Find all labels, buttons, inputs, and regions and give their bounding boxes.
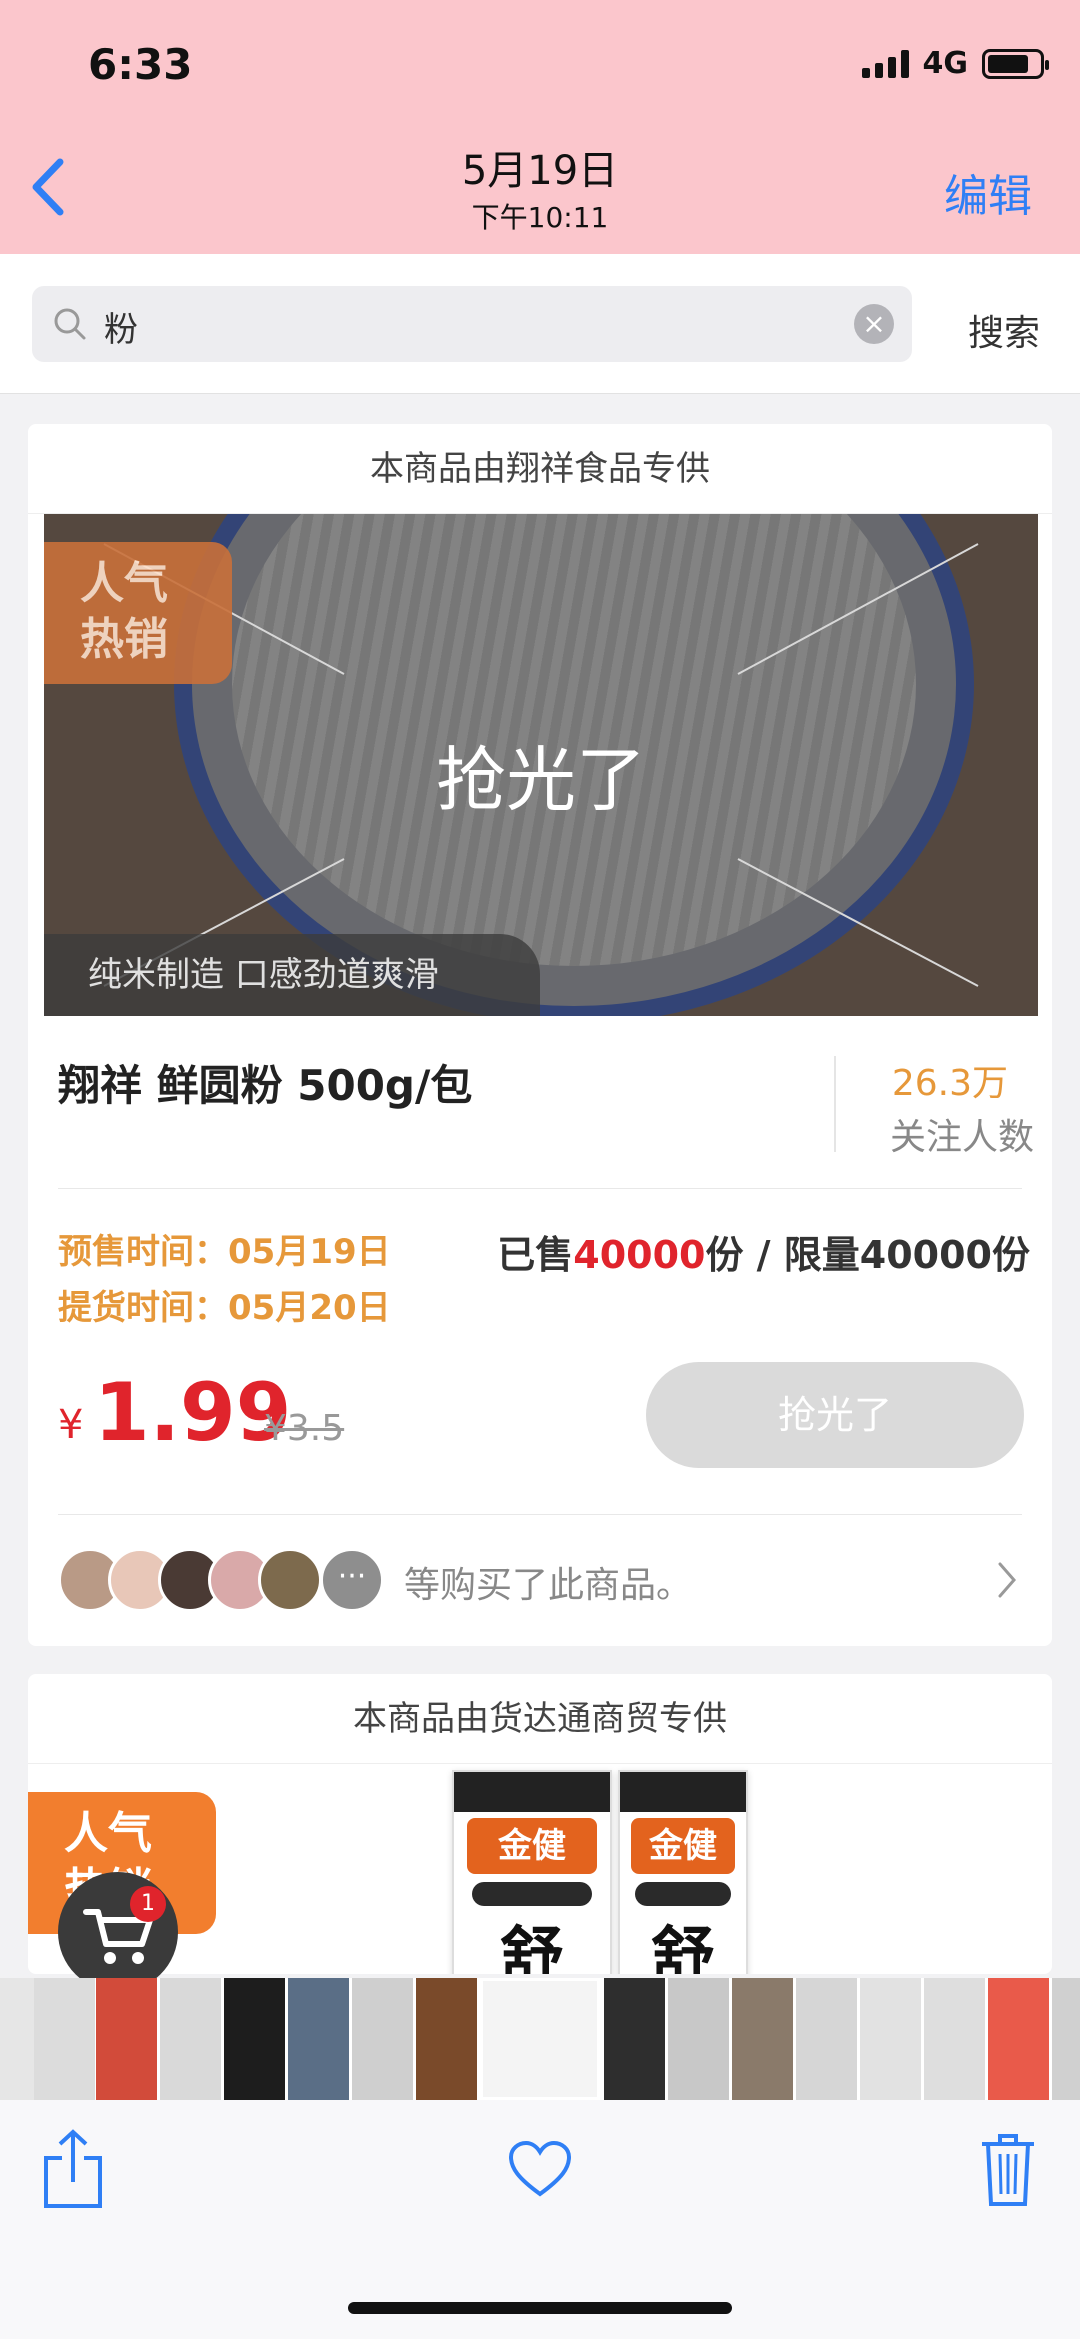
nav-subtitle: 下午10:11 <box>471 201 609 234</box>
home-indicator[interactable] <box>348 2302 732 2314</box>
thumbnail[interactable] <box>96 1978 157 2100</box>
presale-time: 预售时间：05月19日 <box>58 1224 391 1273</box>
nav-title: 5月19日 <box>461 148 619 194</box>
pickup-label: 提货时间： <box>58 1288 228 1328</box>
thumbnail[interactable] <box>860 1978 921 2100</box>
supplier-label: 本商品由翔祥食品专供 <box>28 424 1052 514</box>
divider <box>58 1514 1022 1515</box>
presale-label: 预售时间： <box>58 1232 228 1272</box>
cart-count-badge: 1 <box>130 1886 166 1922</box>
sold-info: 已售40000份 / 限量40000份 <box>497 1224 1030 1279</box>
share-icon[interactable] <box>42 2128 104 2210</box>
thumbnail[interactable] <box>924 1978 985 2100</box>
search-query: 粉 <box>104 310 138 350</box>
pickup-date: 05月20日 <box>228 1288 391 1328</box>
price: 1.99 <box>94 1366 292 1459</box>
product-tagline: 纯米制造 口感劲道爽滑 <box>44 934 540 1016</box>
thumbnail[interactable] <box>352 1978 413 2100</box>
thumbnail[interactable] <box>34 1978 95 2100</box>
thumbnail[interactable] <box>796 1978 857 2100</box>
divider <box>58 1188 1022 1189</box>
edit-button[interactable]: 编辑 <box>944 160 1032 224</box>
status-time: 6:33 <box>88 40 193 89</box>
buyers-text: 等购买了此商品。 <box>404 1565 693 1606</box>
hot-sale-badge: 人气 热销 <box>44 542 232 684</box>
search-icon <box>54 308 86 340</box>
bag-brand: 金健 <box>631 1818 735 1874</box>
thumbnail[interactable] <box>288 1978 349 2100</box>
bag-brand: 金健 <box>467 1818 597 1874</box>
search-button[interactable]: 搜索 <box>968 304 1040 356</box>
thumbnail[interactable] <box>160 1978 221 2100</box>
avatar <box>258 1548 322 1612</box>
original-price: ¥3.5 <box>264 1408 345 1449</box>
soldout-overlay: 抢光了 <box>436 739 646 821</box>
bag-char: 舒 <box>651 1921 715 1974</box>
signal-icon <box>861 49 909 78</box>
heart-icon[interactable] <box>508 2140 572 2198</box>
bag-char: 舒 <box>500 1921 564 1974</box>
pickup-time: 提货时间：05月20日 <box>58 1280 391 1329</box>
thumbnail[interactable] <box>668 1978 729 2100</box>
search-bar: 粉 × 搜索 <box>0 254 1080 394</box>
followers-count: 26.3万 <box>891 1063 1008 1104</box>
product-name: 翔祥 鲜圆粉 500g/包 <box>58 1061 473 1110</box>
sold-count: 40000 <box>573 1233 706 1277</box>
product-bag-image: 金健 舒 <box>618 1770 748 1974</box>
thumbnail[interactable] <box>732 1978 793 2100</box>
trash-icon[interactable] <box>980 2132 1036 2208</box>
more-buyers-icon: ··· <box>320 1548 384 1612</box>
battery-icon <box>982 48 1049 79</box>
thumbnail[interactable] <box>224 1978 285 2100</box>
chevron-right-icon[interactable] <box>992 1558 1022 1602</box>
clear-icon[interactable]: × <box>854 304 894 344</box>
product-card[interactable]: 本商品由货达通商贸专供 人气 热销 金健 舒 金健 舒 <box>28 1674 1052 1974</box>
divider <box>834 1056 836 1152</box>
currency-symbol: ¥ <box>58 1402 84 1448</box>
sold-prefix: 已售 <box>497 1233 574 1277</box>
presale-date: 05月19日 <box>228 1232 391 1272</box>
photo-filmstrip[interactable] <box>0 1978 1080 2100</box>
sold-suffix: 份 / 限量40000份 <box>705 1233 1030 1277</box>
thumbnail[interactable] <box>988 1978 1049 2100</box>
soldout-button[interactable]: 抢光了 <box>646 1362 1024 1468</box>
search-input[interactable]: 粉 × <box>32 286 912 362</box>
network-type: 4G <box>922 46 969 81</box>
product-image[interactable]: 人气 热销 抢光了 纯米制造 口感劲道爽滑 <box>44 514 1038 1016</box>
thumbnail[interactable] <box>604 1978 665 2100</box>
followers-label: 关注人数 <box>889 1117 1034 1158</box>
supplier-label: 本商品由货达通商贸专供 <box>28 1674 1052 1764</box>
status-indicators: 4G <box>861 46 1049 81</box>
product-bag-image: 金健 舒 <box>452 1770 612 1974</box>
thumbnail[interactable] <box>416 1978 477 2100</box>
product-card[interactable]: 本商品由翔祥食品专供 人气 热销 抢光了 纯米制造 口感劲道爽滑 翔祥 鲜圆粉 … <box>28 424 1052 1646</box>
thumbnail[interactable] <box>1052 1978 1080 2100</box>
top-bar: 6:33 4G 5月19日 下午10:11 编辑 <box>0 0 1080 254</box>
thumbnail-selected[interactable] <box>480 1978 600 2100</box>
